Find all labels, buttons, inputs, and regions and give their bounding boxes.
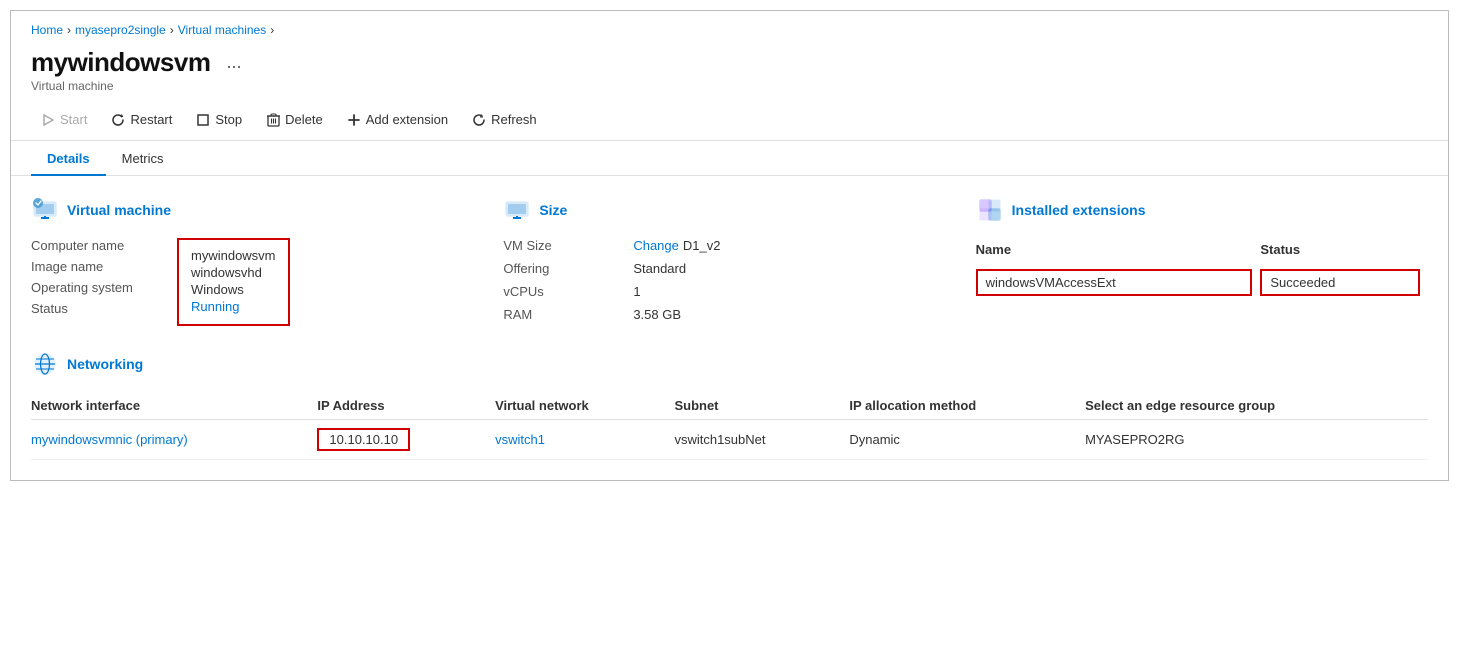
ram-value: 3.58 GB: [633, 307, 681, 322]
ellipsis-button[interactable]: ...: [220, 50, 247, 75]
tab-metrics[interactable]: Metrics: [106, 141, 180, 176]
ext-name-col: Name: [976, 238, 1261, 265]
image-name-value: windowsvhd: [191, 265, 276, 280]
tab-details[interactable]: Details: [31, 141, 106, 176]
refresh-icon: [472, 113, 486, 127]
offering-label: Offering: [503, 261, 633, 276]
page-title: mywindowsvm: [31, 47, 210, 78]
networking-title-text: Networking: [67, 356, 143, 372]
net-ipmethod-cell: Dynamic: [849, 420, 1085, 460]
ip-address-box: 10.10.10.10: [317, 428, 410, 451]
net-edgerg-col: Select an edge resource group: [1085, 392, 1428, 420]
ext-name-box: windowsVMAccessExt: [976, 269, 1253, 296]
size-icon: [503, 196, 531, 224]
vm-icon: [31, 196, 59, 224]
play-icon: [41, 113, 55, 127]
net-edgerg-cell: MYASEPRO2RG: [1085, 420, 1428, 460]
size-section: Size VM Size Change D1_v2 Offering Stand…: [503, 196, 955, 330]
ext-name-cell: windowsVMAccessExt: [976, 265, 1261, 300]
net-vnet-cell: vswitch1: [495, 420, 674, 460]
offering-value: Standard: [633, 261, 686, 276]
net-vnet-col: Virtual network: [495, 392, 674, 420]
stop-button[interactable]: Stop: [186, 107, 252, 132]
installed-extensions-section: Installed extensions Name Status windows…: [976, 196, 1428, 330]
add-extension-button[interactable]: Add extension: [337, 107, 458, 132]
breadcrumb: Home › myasepro2single › Virtual machine…: [11, 11, 1448, 41]
page-subtitle: Virtual machine: [31, 79, 1428, 93]
breadcrumb-virtual-machines[interactable]: Virtual machines: [178, 23, 267, 37]
vm-size-label: VM Size: [503, 238, 633, 253]
image-name-label: Image name: [31, 259, 161, 274]
networking-table: Network interface IP Address Virtual net…: [31, 392, 1428, 460]
net-interface-cell: mywindowsvmnic (primary): [31, 420, 317, 460]
vcpus-label: vCPUs: [503, 284, 633, 299]
status-value: Running: [191, 299, 276, 314]
net-vnet-link[interactable]: vswitch1: [495, 432, 545, 447]
os-label: Operating system: [31, 280, 161, 295]
net-interface-col: Network interface: [31, 392, 317, 420]
ext-status-col: Status: [1260, 238, 1428, 265]
delete-button[interactable]: Delete: [256, 107, 333, 132]
vm-section-title: Virtual machine: [67, 202, 171, 218]
ram-label: RAM: [503, 307, 633, 322]
extensions-table: Name Status windowsVMAccessExt Succeeded: [976, 238, 1428, 300]
vm-size-change-link: Change: [633, 238, 679, 253]
refresh-button[interactable]: Refresh: [462, 107, 547, 132]
net-ip-col: IP Address: [317, 392, 495, 420]
ext-row: windowsVMAccessExt Succeeded: [976, 265, 1428, 300]
computer-name-label: Computer name: [31, 238, 161, 253]
vcpus-value: 1: [633, 284, 640, 299]
ext-icon: [976, 196, 1004, 224]
net-subnet-col: Subnet: [674, 392, 849, 420]
content-area: Virtual machine Computer name Image name…: [11, 176, 1448, 480]
stop-icon: [196, 113, 210, 127]
plus-icon: [347, 113, 361, 127]
net-interface-link[interactable]: mywindowsvmnic (primary): [31, 432, 188, 447]
computer-name-value: mywindowsvm: [191, 248, 276, 263]
networking-section: Networking Network interface IP Address …: [31, 350, 1428, 460]
ext-status-cell: Succeeded: [1260, 265, 1428, 300]
tabs: Details Metrics: [11, 141, 1448, 176]
page-header: mywindowsvm ... Virtual machine: [11, 41, 1448, 99]
net-ip-cell: 10.10.10.10: [317, 420, 495, 460]
ext-section-title: Installed extensions: [1012, 202, 1146, 218]
size-section-title: Size: [539, 202, 567, 218]
breadcrumb-resource-group[interactable]: myasepro2single: [75, 23, 166, 37]
net-subnet-cell: vswitch1subNet: [674, 420, 849, 460]
os-value: Windows: [191, 282, 276, 297]
toolbar: Start Restart Stop: [11, 99, 1448, 141]
restart-button[interactable]: Restart: [101, 107, 182, 132]
breadcrumb-home[interactable]: Home: [31, 23, 63, 37]
vm-info-box: mywindowsvm windowsvhd Windows Running: [177, 238, 290, 326]
virtual-machine-section: Virtual machine Computer name Image name…: [31, 196, 483, 330]
change-link[interactable]: Change: [633, 238, 679, 253]
net-icon: [31, 350, 59, 378]
net-row: mywindowsvmnic (primary) 10.10.10.10 vsw…: [31, 420, 1428, 460]
ext-status-box: Succeeded: [1260, 269, 1420, 296]
vm-size-value: D1_v2: [683, 238, 721, 253]
status-label: Status: [31, 301, 161, 316]
start-button[interactable]: Start: [31, 107, 97, 132]
delete-icon: [266, 113, 280, 127]
restart-icon: [111, 113, 125, 127]
net-ipmethod-col: IP allocation method: [849, 392, 1085, 420]
